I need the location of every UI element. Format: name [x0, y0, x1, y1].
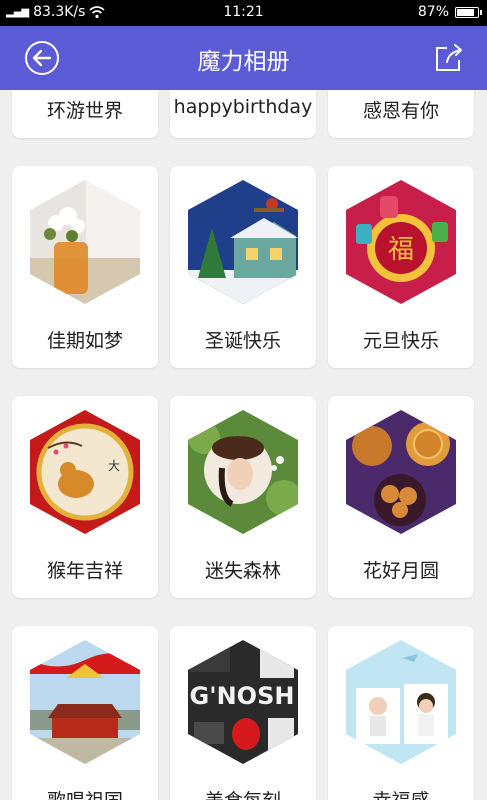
gate-of-heavenly-peace-photo: [30, 640, 140, 764]
app-bar: 魔力相册: [0, 26, 487, 90]
flower-vase-photo: [30, 180, 140, 304]
album-label: 圣诞快乐: [204, 330, 281, 352]
album-card-top-2[interactable]: happybirthday: [170, 90, 316, 138]
album-card-4[interactable]: 大 猴年吉祥: [12, 396, 158, 598]
battery-fill: [457, 8, 474, 16]
status-time: 11:21: [223, 4, 264, 20]
page-title: 魔力相册: [197, 49, 290, 75]
album-card-3[interactable]: 福 元旦快乐: [328, 166, 474, 368]
battery-percent: 87%: [417, 4, 449, 20]
album-label: 歌唱祖国: [12, 786, 158, 800]
svg-text:大: 大: [108, 459, 120, 473]
mooncake-photo: [346, 410, 456, 534]
album-grid: 环游世界 happybirthday 感恩有你 佳期如梦 圣诞快乐 福 元旦快乐…: [0, 90, 487, 800]
album-label: 美食每刻: [170, 786, 316, 800]
album-card-8[interactable]: G'NOSH 美食每刻: [170, 626, 316, 800]
new-year-lanterns-photo: 福: [346, 180, 456, 304]
album-label: 迷失森林: [204, 560, 281, 582]
album-label: 元旦快乐: [362, 330, 439, 352]
album-card-2[interactable]: 圣诞快乐: [170, 166, 316, 368]
album-label: happybirthday: [173, 96, 313, 118]
album-card-5[interactable]: 迷失森林: [170, 396, 316, 598]
album-card-9[interactable]: 幸福感: [328, 626, 474, 800]
status-bar: ▂▄▆ 83.3K/s 11:21 87%: [0, 0, 487, 26]
album-label: 佳期如梦: [46, 330, 123, 352]
album-card-1[interactable]: 佳期如梦: [12, 166, 158, 368]
album-label: 幸福感: [328, 786, 474, 800]
forest-girl-photo: [188, 410, 298, 534]
family-kids-photo: [346, 640, 456, 764]
share-box-icon[interactable]: [433, 42, 465, 74]
album-card-7[interactable]: 歌唱祖国: [12, 626, 158, 800]
album-label: 猴年吉祥: [46, 560, 123, 582]
svg-text:福: 福: [388, 235, 414, 265]
album-label: 感恩有你: [362, 100, 439, 122]
album-card-6[interactable]: 花好月圆: [328, 396, 474, 598]
svg-text:G'NOSH: G'NOSH: [190, 682, 295, 710]
monkey-year-photo: 大: [30, 410, 140, 534]
album-card-top-1[interactable]: 环游世界: [12, 90, 158, 138]
battery-icon: [455, 6, 482, 18]
status-right: 87%: [417, 4, 482, 20]
album-card-top-3[interactable]: 感恩有你: [328, 90, 474, 138]
album-label: 环游世界: [46, 100, 123, 122]
album-label: 花好月圆: [362, 560, 439, 582]
christmas-house-photo: [188, 180, 298, 304]
gnosh-food-photo: G'NOSH: [188, 640, 298, 764]
